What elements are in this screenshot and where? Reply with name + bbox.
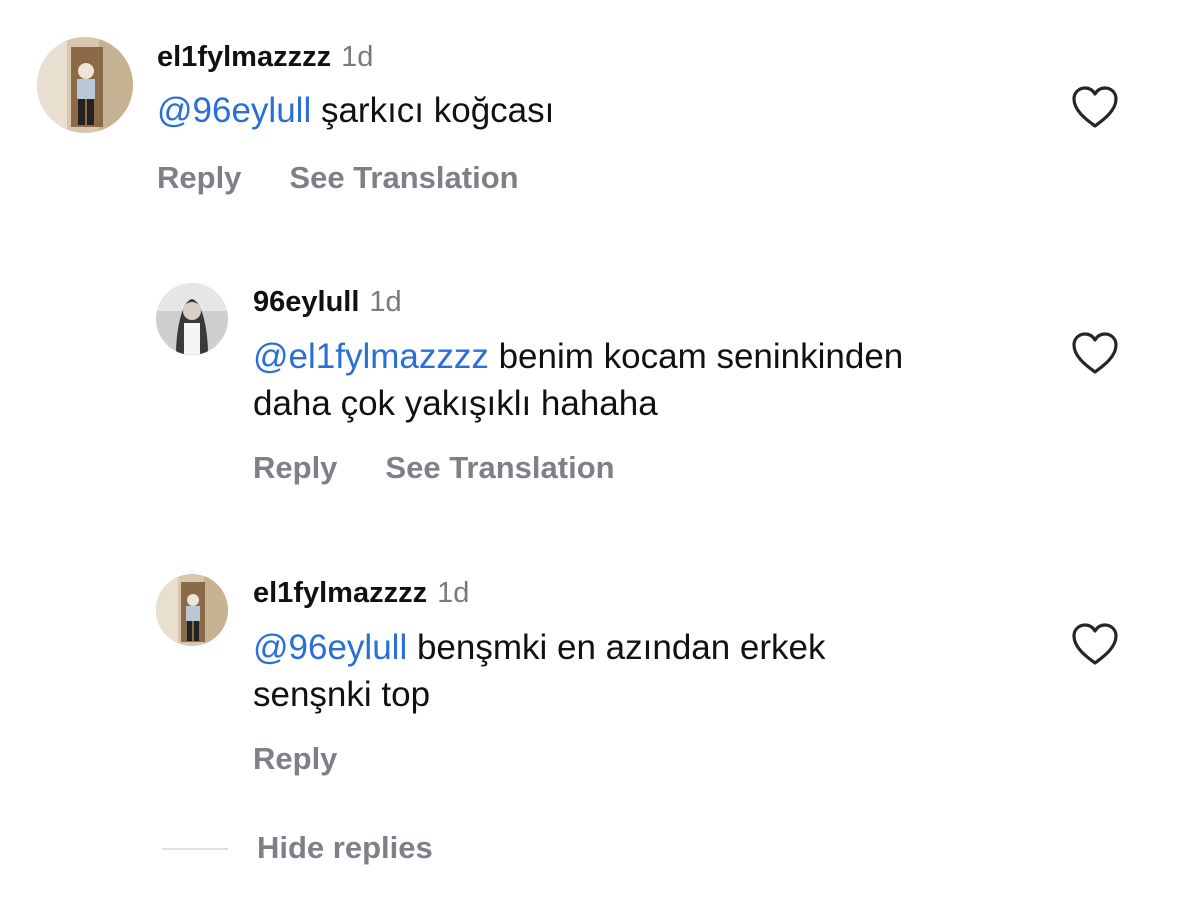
comment-body-line-2: senşnki top	[253, 675, 431, 714]
heart-icon[interactable]	[1071, 622, 1119, 666]
comment-header: el1fylmazzzz 1d	[253, 576, 469, 610]
reply-button[interactable]: Reply	[157, 160, 241, 196]
username[interactable]: el1fylmazzzz	[253, 577, 427, 609]
comment-text: @96eylull benşmki en azından erkek senşn…	[253, 624, 1033, 718]
mention-link[interactable]: @96eylull	[157, 91, 311, 130]
avatar-image	[37, 37, 133, 133]
comment-text: @el1fylmazzzz benim kocam seninkinden da…	[253, 333, 1033, 427]
comment-text: @96eylull şarkıcı koğcası	[157, 87, 1037, 134]
timestamp: 1d	[437, 577, 470, 609]
comment-actions: Reply See Translation	[157, 160, 519, 196]
avatar[interactable]	[37, 37, 133, 133]
username[interactable]: 96eylull	[253, 286, 359, 318]
comment-actions: Reply See Translation	[253, 450, 615, 486]
comment-body-line-1: benşmki en azından erkek	[416, 628, 826, 667]
reply-button[interactable]: Reply	[253, 450, 337, 486]
username[interactable]: el1fylmazzzz	[157, 41, 331, 73]
comment-header: el1fylmazzzz 1d	[157, 40, 373, 74]
timestamp: 1d	[341, 41, 374, 73]
comment-header: 96eylull 1d	[253, 285, 402, 319]
timestamp: 1d	[369, 286, 402, 318]
mention-link[interactable]: @96eylull	[253, 628, 407, 667]
avatar[interactable]	[156, 283, 228, 355]
avatar-image	[156, 283, 228, 355]
heart-icon[interactable]	[1071, 331, 1119, 375]
hide-replies-divider	[162, 848, 228, 850]
heart-icon[interactable]	[1071, 85, 1119, 129]
comment-body: şarkıcı koğcası	[320, 91, 555, 130]
comments-thread: el1fylmazzzz 1d @96eylull şarkıcı koğcası…	[0, 0, 1179, 905]
see-translation-button[interactable]: See Translation	[385, 450, 614, 486]
hide-replies-button[interactable]: Hide replies	[257, 830, 433, 866]
avatar[interactable]	[156, 574, 228, 646]
comment-actions: Reply	[253, 741, 337, 777]
mention-link[interactable]: @el1fylmazzzz	[253, 337, 489, 376]
comment-body-line-1: benim kocam seninkinden	[498, 337, 904, 376]
reply-button[interactable]: Reply	[253, 741, 337, 777]
comment-body-line-2: daha çok yakışıklı hahaha	[253, 384, 658, 423]
see-translation-button[interactable]: See Translation	[289, 160, 518, 196]
avatar-image	[156, 574, 228, 646]
